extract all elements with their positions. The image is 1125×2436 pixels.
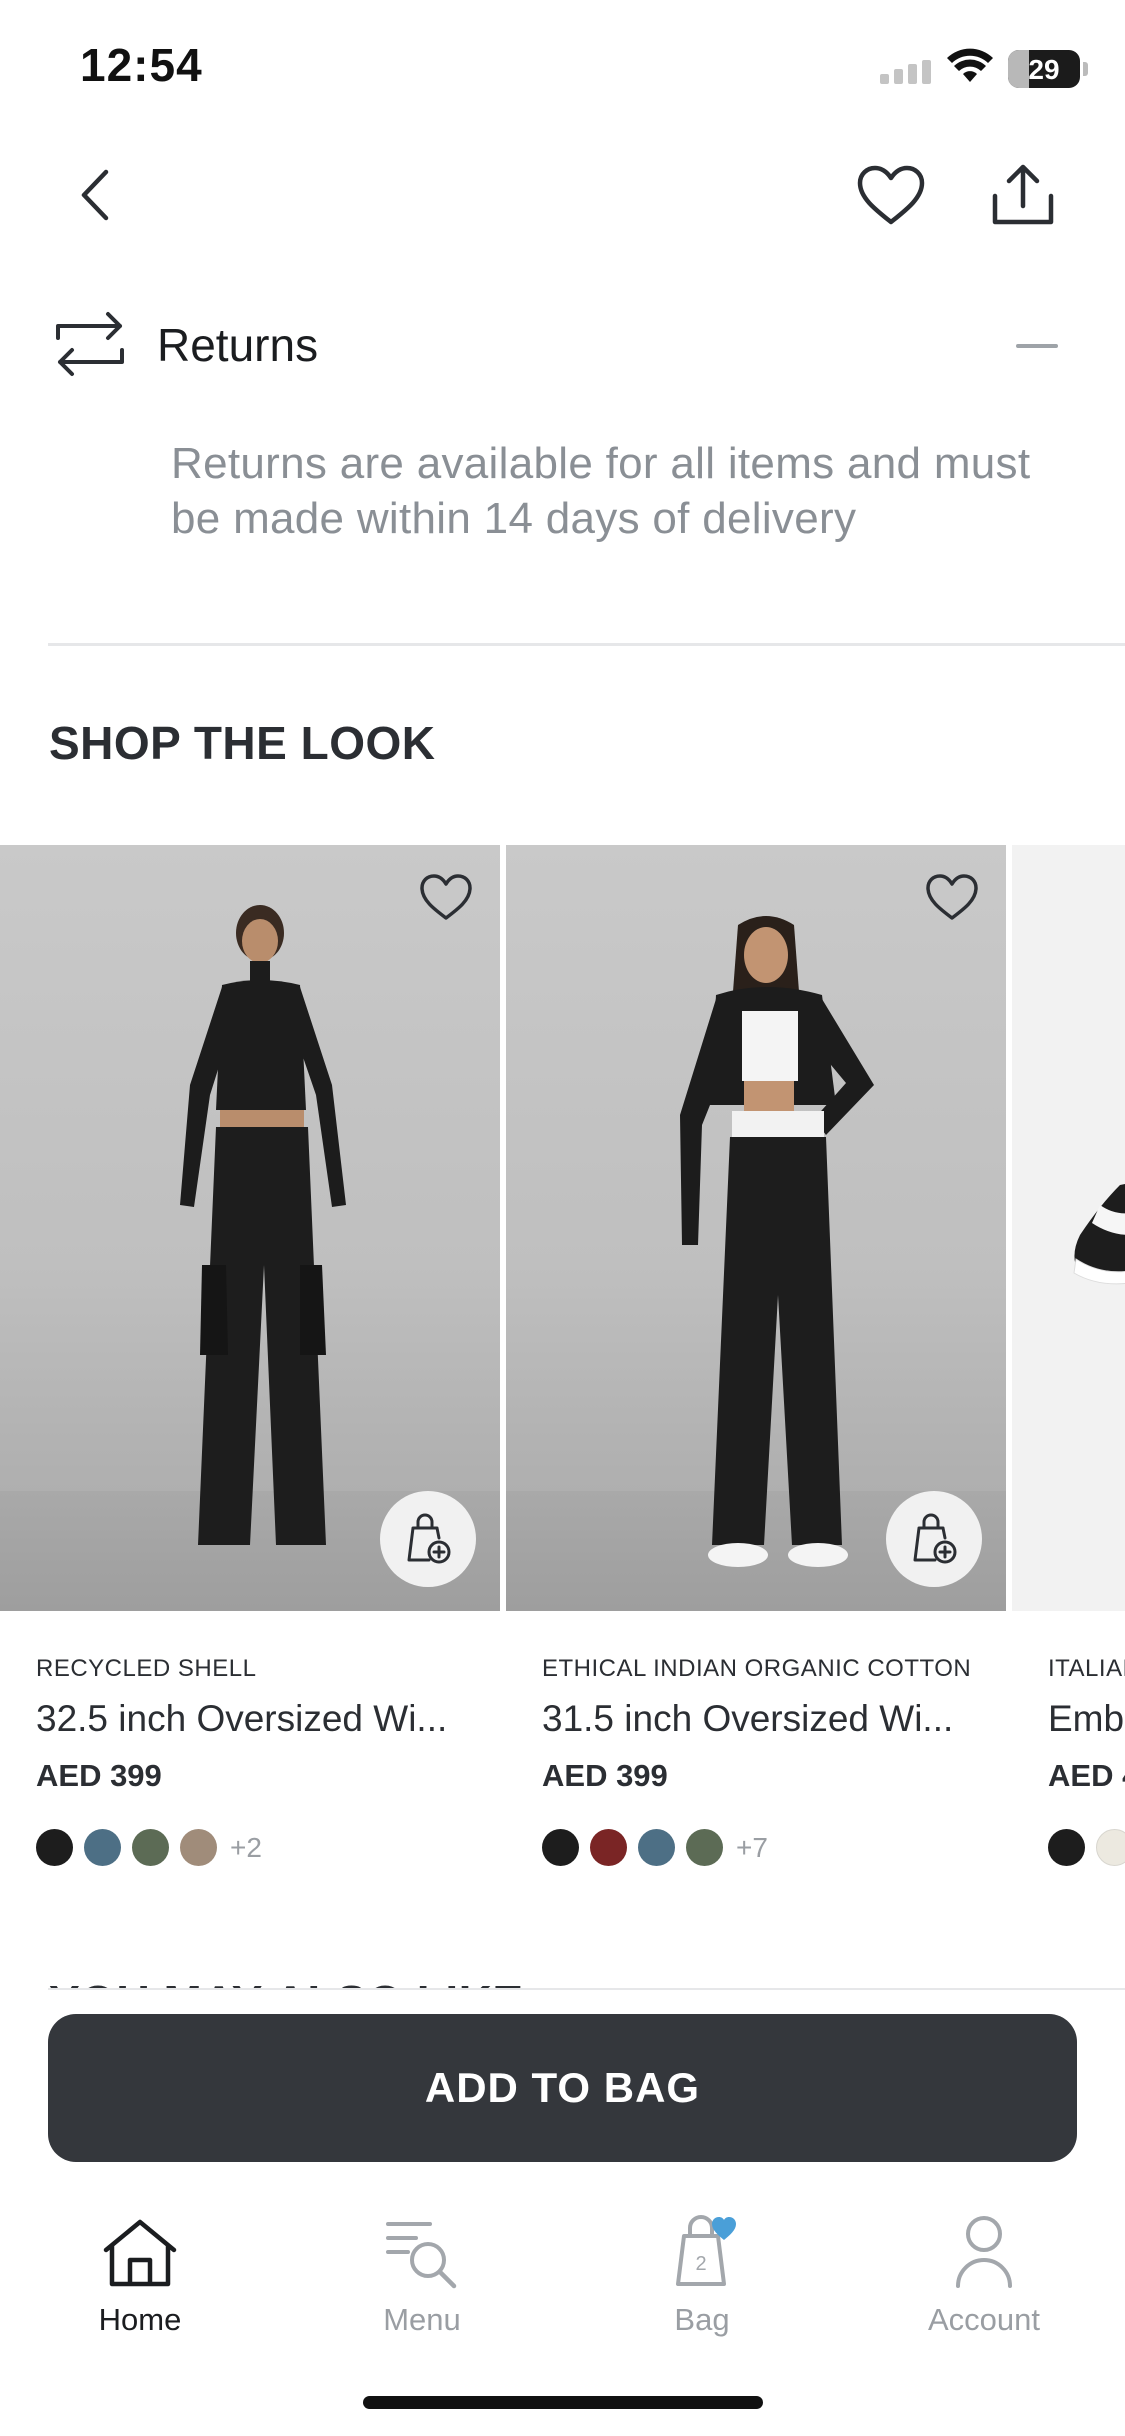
color-swatches: +7 [542,1829,768,1866]
color-swatch[interactable] [84,1829,121,1866]
bag-count: 2 [695,2253,706,2275]
collapse-minus-icon[interactable] [1016,344,1058,348]
tab-menu-label: Menu [383,2302,461,2337]
quick-add-bag-button[interactable] [886,1491,982,1587]
battery-nub [1083,62,1088,76]
product-image[interactable] [0,845,500,1611]
wishlist-heart-icon[interactable] [856,164,926,228]
product-material: RECYCLED SHELL [36,1655,257,1682]
product-wishlist-heart-icon[interactable] [924,873,980,923]
color-swatch[interactable] [1048,1829,1085,1866]
home-icon [103,2219,177,2287]
product-name[interactable]: 32.5 inch Oversized Wi... [36,1698,447,1740]
returns-description: Returns are available for all items and … [171,439,1031,543]
more-colors-count: +2 [230,1831,262,1863]
product-card[interactable]: ITALIAN Emb AED 4 [1012,845,1125,1945]
account-icon [956,2216,1012,2288]
tab-bag[interactable]: 2 Bag [602,2190,802,2338]
color-swatch[interactable] [590,1829,627,1866]
tab-bag-label: Bag [674,2302,730,2337]
color-swatch[interactable] [542,1829,579,1866]
color-swatch[interactable] [686,1829,723,1866]
quick-add-bag-button[interactable] [380,1491,476,1587]
returns-title[interactable]: Returns [157,318,318,372]
share-icon[interactable] [990,164,1056,228]
home-indicator [363,2396,763,2409]
wifi-icon [947,48,993,82]
color-swatch[interactable] [180,1829,217,1866]
tab-bar: Home Menu 2 Bag Account [0,2190,1125,2360]
tab-home-label: Home [98,2302,182,2337]
product-price: AED 4 [1048,1758,1125,1793]
product-card[interactable]: ETHICAL INDIAN ORGANIC COTTON 31.5 inch … [506,845,1006,1866]
status-bar: 12:54 29 [0,0,1125,140]
bag-plus-icon [913,1513,957,1564]
battery-percent: 29 [1028,54,1060,85]
tab-account-label: Account [927,2302,1040,2337]
battery-icon: 29 [1008,50,1080,88]
product-name[interactable]: Emb [1048,1698,1124,1740]
product-material: ETHICAL INDIAN ORGANIC COTTON [542,1655,972,1682]
section-divider [48,643,1125,646]
product-card[interactable]: RECYCLED SHELL 32.5 inch Oversized Wi...… [0,845,500,1866]
back-chevron-icon[interactable] [78,168,110,222]
sneaker-image [1073,1184,1125,1285]
bag-plus-icon [407,1513,451,1564]
shop-the-look-title: SHOP THE LOOK [49,717,436,769]
model-figure [180,905,346,1545]
tab-menu[interactable]: Menu [322,2190,522,2338]
color-swatch[interactable] [638,1829,675,1866]
tab-home[interactable]: Home [40,2190,240,2338]
color-swatch[interactable] [1096,1829,1125,1866]
product-image[interactable] [1012,845,1125,1611]
product-price: AED 399 [542,1758,668,1793]
product-material: ITALIAN [1048,1655,1125,1682]
add-to-bag-button[interactable]: ADD TO BAG [48,2014,1077,2162]
color-swatches [1048,1829,1125,1866]
bag-icon: 2 [676,2215,736,2286]
tab-account[interactable]: Account [884,2190,1084,2338]
menu-search-icon [386,2222,457,2289]
product-name[interactable]: 31.5 inch Oversized Wi... [542,1698,953,1740]
color-swatch[interactable] [36,1829,73,1866]
product-price: AED 399 [36,1758,162,1793]
status-time: 12:54 [80,39,203,91]
color-swatch[interactable] [132,1829,169,1866]
product-image[interactable] [506,845,1006,1611]
returns-arrows-icon [56,312,124,376]
product-wishlist-heart-icon[interactable] [418,873,474,923]
cellular-signal-icon [880,60,931,84]
model-figure [680,916,874,1567]
color-swatches: +2 [36,1829,262,1866]
more-colors-count: +7 [736,1831,768,1863]
